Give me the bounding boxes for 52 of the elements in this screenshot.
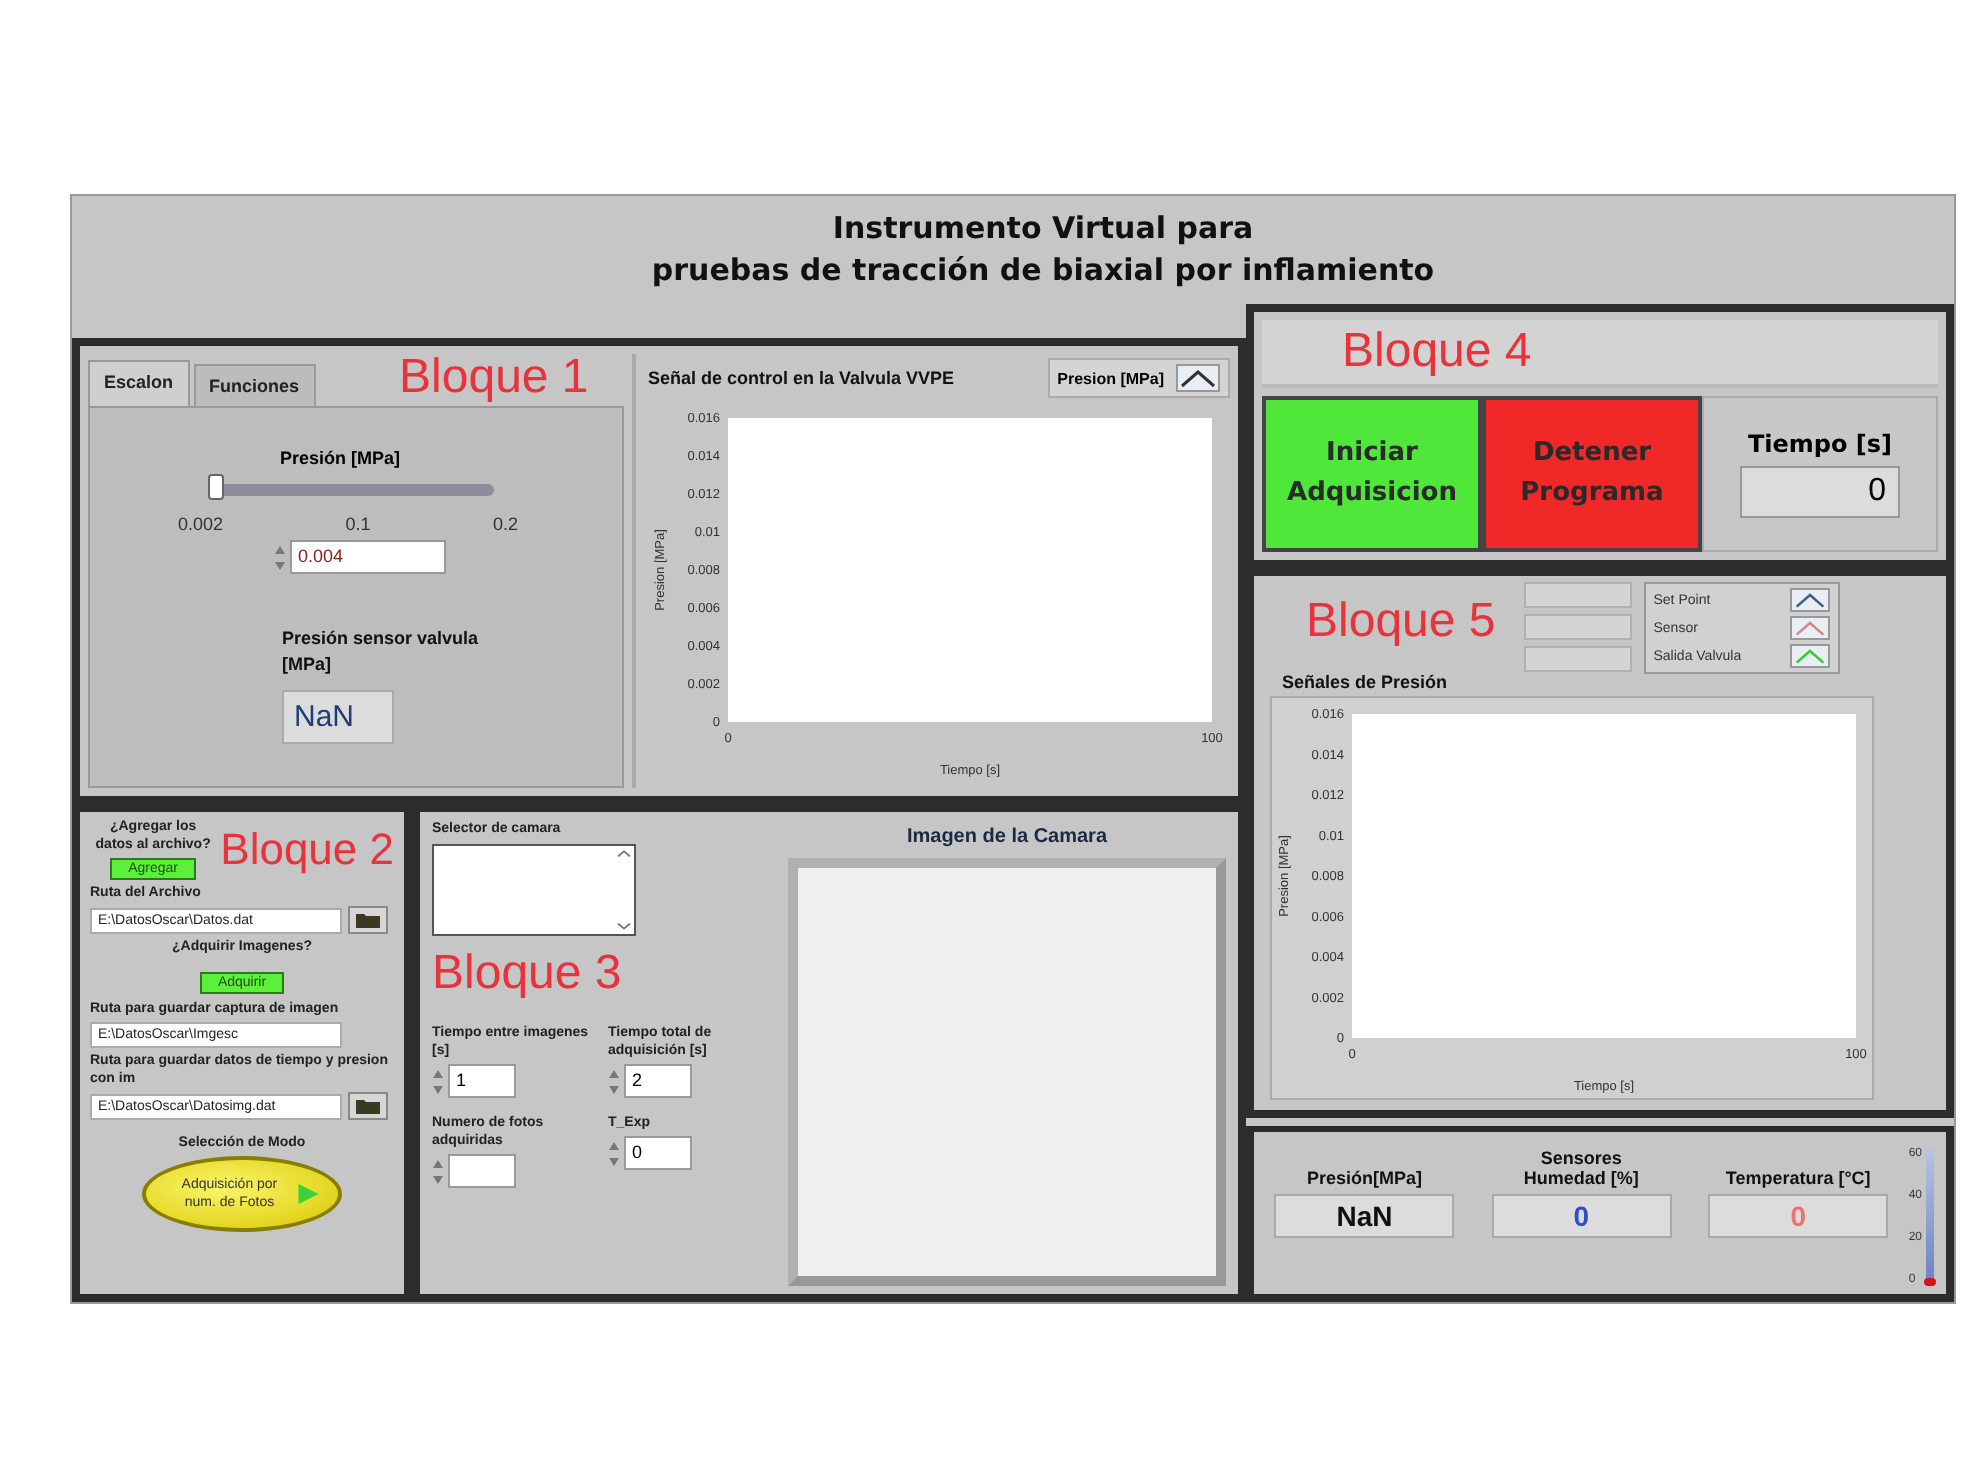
numeric-field[interactable]: 0.004 <box>290 540 446 574</box>
folder-icon <box>354 1096 382 1116</box>
camera-listbox[interactable] <box>432 844 636 936</box>
tab[interactable]: Escalon <box>88 360 190 406</box>
tab[interactable]: Funciones <box>193 364 316 406</box>
panel-title: Instrumento Virtual para pruebas de tracción de biaxial por inflamiento <box>651 208 1435 292</box>
group-title: Sensores <box>1540 1148 1622 1168</box>
spinner-icon[interactable] <box>432 1067 444 1095</box>
spinner-icon[interactable] <box>274 543 286 571</box>
indicator-label: Tiempo [s] <box>1747 430 1893 458</box>
scrollbar-icon[interactable] <box>616 848 632 932</box>
numeric-indicator: NaN <box>282 690 394 744</box>
spinner-icon[interactable] <box>608 1067 620 1095</box>
blank-indicator <box>1523 646 1632 672</box>
browse-button[interactable] <box>348 906 388 934</box>
chart-title: Señales de Presión <box>1282 672 1450 692</box>
reading-value: 0 <box>1790 1200 1806 1232</box>
numeric-field[interactable]: 1 <box>448 1064 516 1098</box>
legend-label: Presion [MPa] <box>1057 369 1164 387</box>
line-style-icon <box>1789 616 1830 640</box>
line-style-icon <box>1176 364 1220 392</box>
block-label: Bloque 4 <box>1342 328 1532 376</box>
line-style-icon <box>1789 644 1830 668</box>
action-button[interactable]: Iniciar Adquisicion <box>1262 396 1482 552</box>
spinner-icon[interactable] <box>432 1157 444 1185</box>
indicator-label: Presión sensor valvula [MPa] <box>282 626 481 678</box>
reading-value: 0 <box>1573 1200 1590 1232</box>
numeric-field[interactable] <box>448 1154 516 1188</box>
line-style-icon <box>1789 588 1830 612</box>
reading-value: NaN <box>1336 1200 1393 1232</box>
numeric-field[interactable]: 2 <box>624 1064 692 1098</box>
slider-tick-label: 0.2 <box>492 514 518 534</box>
indicator-label: Temperatura [°C] <box>1725 1168 1871 1188</box>
slider-label: Presión [MPa] <box>277 448 402 468</box>
indicator-label: Humedad [%] <box>1523 1168 1639 1188</box>
chart-title: Señal de control en la Valvula VVPE <box>648 368 955 388</box>
slider-tick-label: 0.1 <box>345 514 371 534</box>
browse-button[interactable] <box>348 1092 388 1120</box>
display-title: Imagen de la Camara <box>906 826 1108 848</box>
block-label: Bloque 5 <box>1306 598 1496 646</box>
block-label: Bloque 1 <box>399 354 589 402</box>
indicator-label: Presión[MPa] <box>1306 1168 1422 1188</box>
numeric-field[interactable]: 0 <box>624 1136 692 1170</box>
block-label: Bloque 3 <box>432 950 624 998</box>
blank-indicator <box>1523 614 1632 640</box>
slider-thumb[interactable] <box>208 474 225 500</box>
spinner-icon[interactable] <box>608 1139 620 1167</box>
numeric-indicator: 0 <box>1740 466 1900 518</box>
folder-icon <box>354 910 382 930</box>
blank-indicator <box>1523 582 1632 608</box>
slider-tick-label: 0.002 <box>178 514 224 534</box>
block-label: Bloque 2 <box>220 827 394 871</box>
